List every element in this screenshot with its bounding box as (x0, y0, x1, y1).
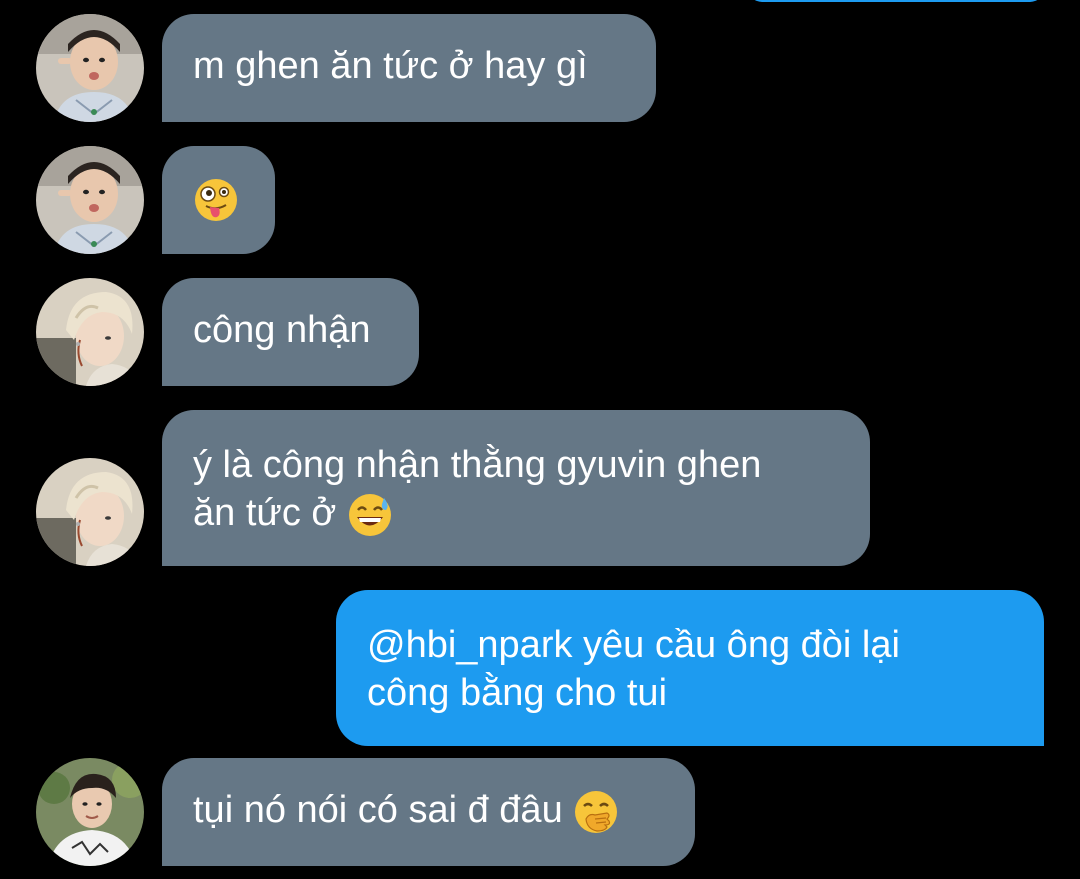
message-text-line: @hbi_npark yêu cầu ông đòi lại (367, 624, 900, 666)
outgoing-message-bubble[interactable]: @hbi_npark yêu cầu ông đòi lại công bằng… (336, 590, 1044, 746)
message-text-line: công bằng cho tui (367, 672, 668, 714)
incoming-message-bubble[interactable]: công nhận (162, 278, 419, 386)
message-text-line-with-emoji: ăn tức ở (193, 489, 840, 538)
grinning-face-with-sweat-emoji-icon (347, 492, 393, 538)
avatar-user-b-image (36, 458, 144, 566)
avatar[interactable] (36, 458, 144, 566)
incoming-message-bubble[interactable]: m ghen ăn tức ở hay gì (162, 14, 656, 122)
avatar[interactable] (36, 14, 144, 122)
avatar-user-b-image (36, 278, 144, 386)
avatar[interactable] (36, 146, 144, 254)
message-text: tụi nó nói có sai đ đâu (193, 789, 563, 831)
message-text: công nhận (193, 309, 371, 351)
avatar[interactable] (36, 758, 144, 866)
zany-face-emoji-icon (193, 177, 239, 223)
avatar-user-c-image (36, 758, 144, 866)
face-with-hand-over-mouth-emoji-icon (573, 789, 619, 835)
message-text: m ghen ăn tức ở hay gì (193, 45, 588, 87)
incoming-message-bubble[interactable]: tụi nó nói có sai đ đâu (162, 758, 695, 866)
message-text-line: ý là công nhận thằng gyuvin ghen (193, 444, 762, 486)
incoming-message-bubble[interactable] (162, 146, 275, 254)
avatar[interactable] (36, 278, 144, 386)
message-text: ăn tức ở (193, 492, 337, 534)
previous-outgoing-bubble-edge (748, 0, 1044, 2)
incoming-message-bubble[interactable]: ý là công nhận thằng gyuvin ghen ăn tức … (162, 410, 870, 566)
avatar-user-a-image (36, 14, 144, 122)
avatar-user-a-image (36, 146, 144, 254)
